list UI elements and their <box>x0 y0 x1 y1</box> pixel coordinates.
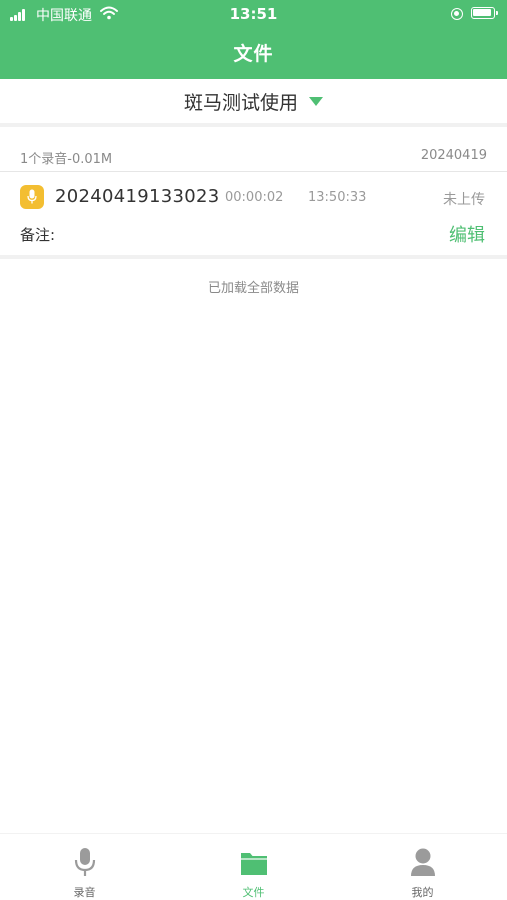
tab-record[interactable]: 录音 <box>0 834 169 900</box>
microphone-badge-icon <box>20 185 44 209</box>
note-label: 备注: <box>20 226 56 244</box>
bottom-tab-bar: 录音 文件 我的 <box>0 833 507 900</box>
list-end-message: 已加载全部数据 <box>207 281 299 296</box>
group-summary: 1个录音-0.01M <box>20 152 113 167</box>
recording-time: 13:50:33 <box>308 190 367 205</box>
recording-name: 20240419133023 <box>55 186 220 207</box>
app-header: 中国联通 13:51 文件 <box>0 0 507 79</box>
recording-duration: 00:00:02 <box>225 190 284 205</box>
tab-mine[interactable]: 我的 <box>338 834 507 900</box>
project-selector[interactable]: 斑马测试使用 <box>0 79 507 127</box>
microphone-icon <box>74 848 95 876</box>
battery-icon <box>471 7 498 19</box>
recording-list-item[interactable]: 20240419133023 00:00:02 13:50:33 未上传 备注:… <box>0 173 507 259</box>
edit-button[interactable]: 编辑 <box>449 221 485 247</box>
tab-label: 文件 <box>242 886 265 899</box>
caret-down-icon <box>309 96 323 106</box>
tab-label: 我的 <box>411 886 434 899</box>
user-icon <box>410 848 435 876</box>
page-title: 文件 <box>233 43 274 65</box>
tab-files[interactable]: 文件 <box>169 834 338 900</box>
folder-icon <box>240 853 267 875</box>
upload-status: 未上传 <box>443 192 485 208</box>
group-date: 20240419 <box>420 148 487 163</box>
tab-label: 录音 <box>73 886 96 899</box>
recording-group-header: 1个录音-0.01M 20240419 <box>0 131 507 172</box>
orientation-lock-icon <box>451 8 463 20</box>
project-name: 斑马测试使用 <box>183 91 298 114</box>
status-time: 13:51 <box>229 5 278 23</box>
status-bar: 中国联通 13:51 <box>0 0 507 28</box>
